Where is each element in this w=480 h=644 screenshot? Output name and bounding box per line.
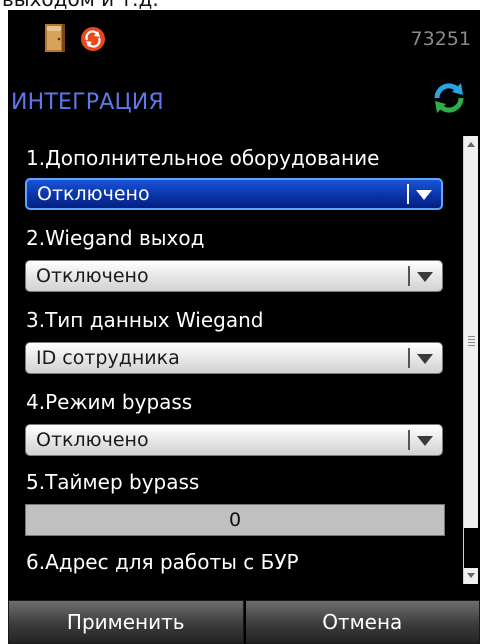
- apply-button[interactable]: Применить: [8, 600, 244, 644]
- cancel-button[interactable]: Отмена: [243, 600, 480, 644]
- dropdown-value: Отключено: [37, 183, 150, 205]
- additional-equipment-dropdown[interactable]: Отключено: [25, 178, 443, 210]
- chevron-down-icon[interactable]: [417, 436, 433, 446]
- field-label-additional-equipment: 1.Дополнительное оборудование: [26, 146, 380, 170]
- page-title: ИНТЕГРАЦИЯ: [11, 90, 164, 115]
- bottom-action-bar: Применить Отмена: [8, 600, 480, 644]
- chevron-down-icon[interactable]: [417, 354, 433, 364]
- wiegand-data-type-dropdown[interactable]: ID сотрудника: [25, 342, 443, 374]
- dropdown-value: Отключено: [36, 265, 149, 287]
- device-screen: 73251 ИНТЕГРАЦИЯ 1.Дополнительное оборуд…: [8, 10, 480, 644]
- chevron-down-icon[interactable]: [416, 190, 432, 200]
- dropdown-separator: [408, 266, 410, 286]
- dropdown-separator: [408, 348, 410, 368]
- dropdown-separator: [407, 184, 409, 204]
- dropdown-value: ID сотрудника: [36, 347, 180, 369]
- wiegand-output-dropdown[interactable]: Отключено: [25, 260, 443, 292]
- scroll-thumb[interactable]: [464, 528, 478, 568]
- bypass-timer-field[interactable]: 0: [25, 504, 445, 536]
- device-id: 73251: [410, 28, 471, 50]
- field-label-wiegand-output: 2.Wiegand выход: [26, 226, 205, 250]
- dropdown-value: Отключено: [36, 429, 149, 451]
- refresh-icon[interactable]: [431, 80, 467, 116]
- dropdown-separator: [408, 430, 410, 450]
- field-label-bypass-mode: 4.Режим bypass: [26, 390, 193, 414]
- scroll-grip-icon: [468, 336, 475, 346]
- status-bar: 73251: [8, 10, 480, 70]
- scroll-down-icon[interactable]: [467, 573, 475, 578]
- caption-text: выходом и т.д.: [2, 0, 159, 10]
- top-caption: выходом и т.д.: [0, 0, 480, 10]
- field-label-bypass-timer: 5.Таймер bypass: [26, 470, 200, 494]
- door-icon: [45, 24, 65, 52]
- chevron-down-icon[interactable]: [417, 272, 433, 282]
- bypass-mode-dropdown[interactable]: Отключено: [25, 424, 443, 456]
- sync-status-icon: [81, 27, 105, 51]
- field-label-bur-address: 6.Адрес для работы с БУР: [26, 550, 299, 574]
- scroll-up-icon[interactable]: [467, 142, 475, 147]
- bypass-timer-value: 0: [228, 509, 242, 531]
- settings-list: 1.Дополнительное оборудование Отключено …: [8, 136, 460, 596]
- field-label-wiegand-data-type: 3.Тип данных Wiegand: [26, 308, 264, 332]
- scrollbar[interactable]: [463, 136, 478, 584]
